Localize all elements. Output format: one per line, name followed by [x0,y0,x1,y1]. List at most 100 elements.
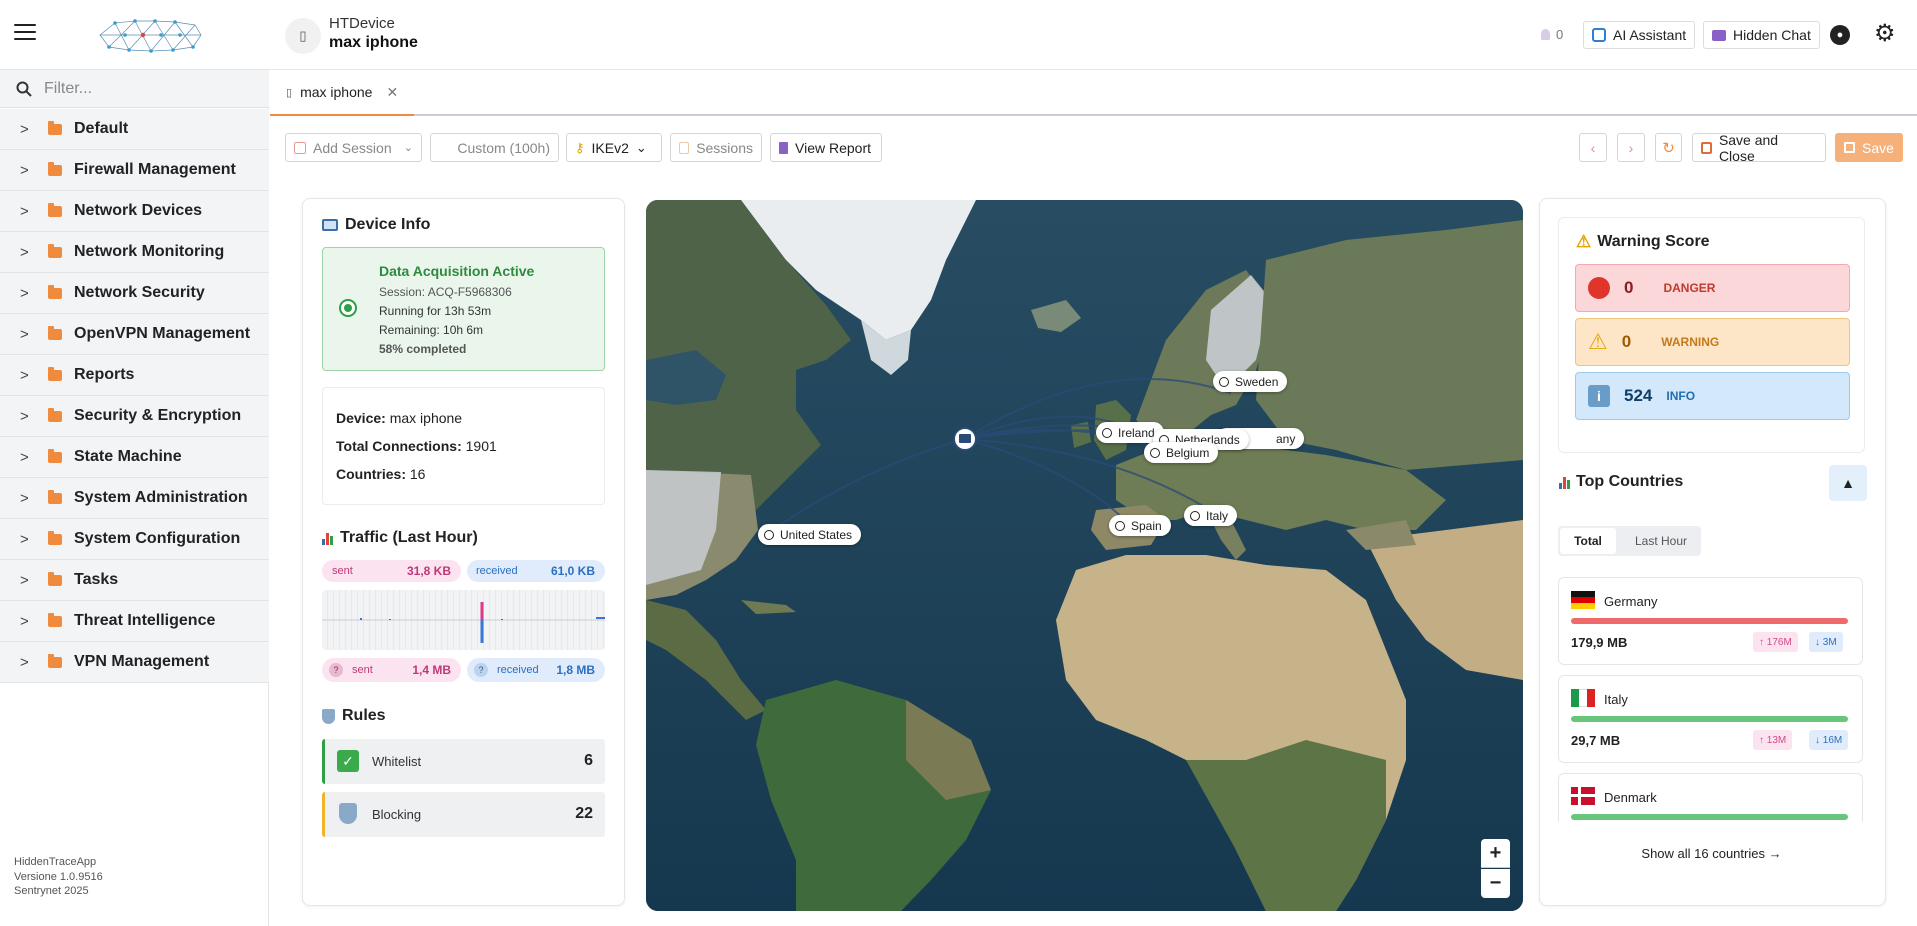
add-session-dropdown[interactable]: Add Session ⌄ [285,133,422,162]
total-received-label: received [497,664,539,676]
bar-chart-icon [322,532,333,545]
sidebar-item-label: Reports [74,366,135,383]
warning-icon: ⚠ [1576,232,1592,251]
chevron-right-icon: > [20,284,29,302]
zoom-out-button[interactable]: − [1481,869,1510,898]
next-button[interactable]: › [1617,133,1645,162]
map-marker-spain[interactable]: Spain [1109,515,1171,536]
sidebar-item-default[interactable]: > Default [0,109,269,150]
save-label: Save [1862,139,1894,156]
notifications[interactable]: 0 [1541,27,1563,42]
sidebar-item-label: Security & Encryption [74,407,242,424]
menu-icon[interactable] [14,24,36,42]
sidebar-item-system-configuration[interactable]: > System Configuration [0,519,269,560]
tab-total[interactable]: Total [1560,528,1616,554]
tab-label: max iphone [300,84,373,100]
sidebar-item-reports[interactable]: > Reports [0,355,269,396]
filter-box[interactable]: Filter... [0,70,269,108]
caret-up-icon: ▲ [1841,475,1855,491]
hidden-chat-button[interactable]: Hidden Chat [1703,21,1820,49]
sessions-button[interactable]: Sessions [670,133,762,162]
info-score: i 524 INFO [1575,372,1850,420]
acquisition-status-card: Data Acquisition Active Session: ACQ-F59… [322,247,605,371]
red-circle-icon [1588,277,1610,299]
countries-label: Countries: [336,466,406,482]
sidebar-item-vpn-management[interactable]: > VPN Management [0,642,269,683]
whitelist-rule[interactable]: ✓ Whitelist 6 [322,739,605,784]
warning-icon: ⚠ [1588,329,1608,354]
chat-icon [1712,29,1726,41]
danger-score: 0 DANGER [1575,264,1850,312]
map-marker-united-states[interactable]: United States [758,524,862,545]
sidebar-item-system-administration[interactable]: > System Administration [0,478,269,519]
sidebar-item-security-encryption[interactable]: > Security & Encryption [0,396,269,437]
map-marker-sweden[interactable]: Sweden [1213,371,1288,392]
chevron-right-icon: > [20,243,29,261]
country-bar [1571,618,1848,624]
add-session-label: Add Session [313,139,392,156]
map-marker-italy[interactable]: Italy [1184,505,1238,526]
settings-gear-icon[interactable]: ⚙ [1874,22,1896,46]
refresh-button[interactable]: ↻ [1655,133,1682,162]
danger-count: 0 [1624,278,1634,297]
sidebar-item-network-monitoring[interactable]: > Network Monitoring [0,232,269,273]
sidebar-item-label: Threat Intelligence [74,612,216,629]
blocking-rule[interactable]: Blocking 22 [322,792,605,837]
filter-input[interactable]: Filter... [44,80,92,98]
sessions-label: Sessions [696,139,753,156]
folder-icon [48,407,62,422]
prev-button[interactable]: ‹ [1579,133,1607,162]
ai-assistant-button[interactable]: AI Assistant [1583,21,1696,49]
chevron-right-icon: > [20,202,29,220]
tab-last-hour[interactable]: Last Hour [1624,528,1698,554]
app-company: Sentrynet 2025 [14,885,89,897]
country-card-italy[interactable]: Italy 29,7 MB ↑ 13M ↓ 16M [1558,675,1863,763]
remaining-time: Remaining: 10h 6m [379,323,484,337]
help-icon[interactable]: ? [329,663,343,677]
chevron-right-icon: > [20,407,29,425]
country-card-germany[interactable]: Germany 179,9 MB ↑ 176M ↓ 3M [1558,577,1863,665]
sidebar: Filter... > Default > Firewall Management > N… [0,70,269,926]
world-map[interactable]: Sweden Ireland any Netherlands Belgium I… [646,200,1523,911]
custom-range-input[interactable]: Custom (100h) [430,133,559,162]
user-account-icon[interactable]: ● [1830,25,1850,45]
view-report-button[interactable]: View Report [770,133,882,162]
info-icon: i [1588,385,1610,407]
sidebar-item-firewall-management[interactable]: > Firewall Management [0,150,269,191]
help-icon[interactable]: ? [474,663,488,677]
tab-max-iphone[interactable]: ▯ max iphone ✕ [270,70,415,116]
zoom-in-button[interactable]: + [1481,839,1510,868]
top-countries-header: Top Countries [1559,473,1683,491]
map-marker-belgium[interactable]: Belgium [1144,442,1219,463]
phone-icon: ▯ [286,86,293,99]
download-pill: ↓ 16M [1809,730,1849,750]
app-logo[interactable] [95,17,205,53]
device-summary-card: Device: max iphone Total Connections: 19… [322,387,605,505]
collapse-button[interactable]: ▲ [1829,465,1867,501]
sidebar-item-network-devices[interactable]: > Network Devices [0,191,269,232]
folder-icon [48,243,62,258]
blocking-count: 22 [575,805,593,822]
show-all-countries-link[interactable]: Show all 16 countries → [1558,846,1865,861]
close-icon[interactable]: ✕ [386,84,398,101]
country-card-denmark[interactable]: Denmark [1558,773,1863,822]
folder-icon [48,161,62,176]
country-total: 179,9 MB [1571,635,1628,650]
total-sent-value: 1,4 MB [412,663,451,677]
app-version: Versione 1.0.9516 [14,870,103,883]
sidebar-item-network-security[interactable]: > Network Security [0,273,269,314]
running-time: Running for 13h 53m [379,304,492,318]
whitelist-count: 6 [584,752,593,769]
save-and-close-button[interactable]: Save and Close [1692,132,1826,164]
view-report-label: View Report [795,139,872,156]
sidebar-item-openvpn-management[interactable]: > OpenVPN Management [0,314,269,355]
sidebar-item-tasks[interactable]: > Tasks [0,560,269,601]
protocol-select[interactable]: ⚷ IKEv2 ⌄ [566,133,662,162]
sidebar-item-threat-intelligence[interactable]: > Threat Intelligence [0,601,269,642]
chevron-right-icon: > [20,325,29,343]
save-button[interactable]: Save [1835,133,1903,162]
sidebar-item-state-machine[interactable]: > State Machine [0,437,269,478]
protocol-label: IKEv2 [591,139,629,156]
chevron-right-icon: > [20,653,29,671]
country-name: Italy [1604,692,1628,707]
